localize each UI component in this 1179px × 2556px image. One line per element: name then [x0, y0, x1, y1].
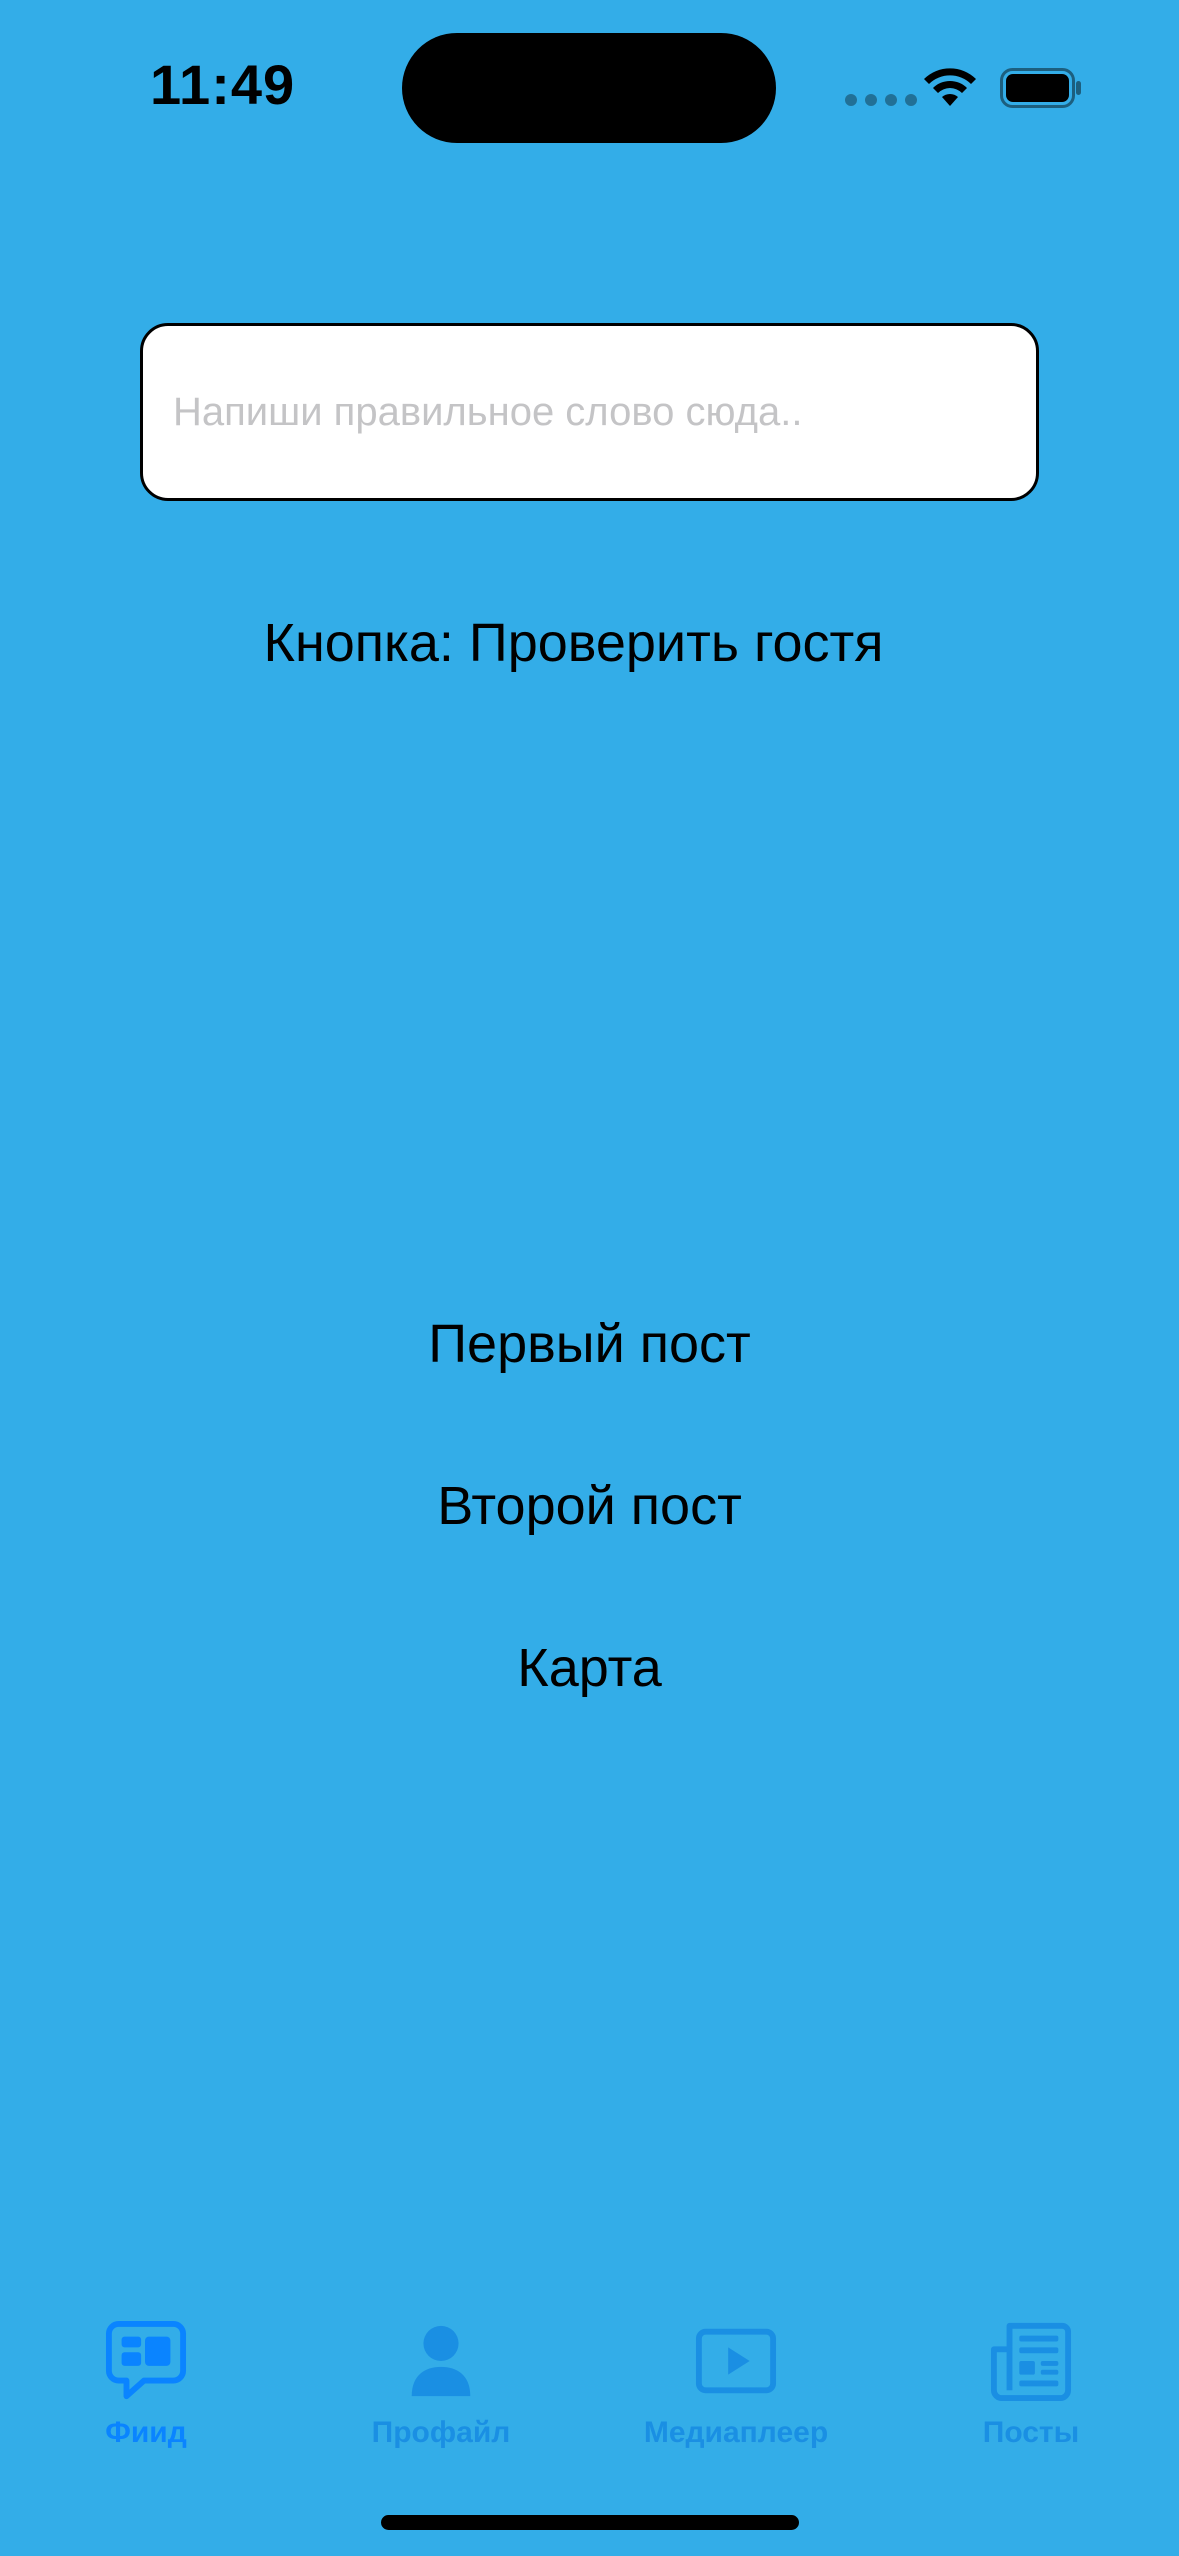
- tab-profile[interactable]: Профайл: [321, 2320, 561, 2450]
- wifi-icon: [924, 68, 976, 106]
- battery-icon: [1000, 68, 1081, 108]
- tab-mediaplayer[interactable]: Медиаплеер: [616, 2320, 856, 2450]
- play-rectangle-icon: [695, 2328, 777, 2394]
- tab-feed[interactable]: Фиид: [26, 2320, 266, 2450]
- newspaper-icon: [990, 2322, 1072, 2402]
- status-time: 11:49: [150, 53, 296, 116]
- tab-label: Профайл: [371, 2416, 511, 2449]
- person-icon: [411, 2325, 471, 2397]
- tab-label: Фиид: [105, 2416, 187, 2449]
- word-input[interactable]: [140, 323, 1039, 501]
- check-guest-button[interactable]: Кнопка: Проверить гостя: [0, 612, 1163, 674]
- feed-bubble-icon: [105, 2320, 187, 2400]
- tab-posts[interactable]: Посты: [911, 2320, 1151, 2450]
- tab-label: Посты: [982, 2416, 1080, 2449]
- cellular-signal-icon: [845, 94, 917, 106]
- tab-label: Медиаплеер: [643, 2416, 829, 2449]
- map-button[interactable]: Карта: [0, 1637, 1179, 1699]
- dynamic-island: [402, 33, 776, 143]
- first-post-button[interactable]: Первый пост: [0, 1313, 1179, 1375]
- home-indicator[interactable]: [381, 2515, 799, 2530]
- second-post-button[interactable]: Второй пост: [0, 1475, 1179, 1537]
